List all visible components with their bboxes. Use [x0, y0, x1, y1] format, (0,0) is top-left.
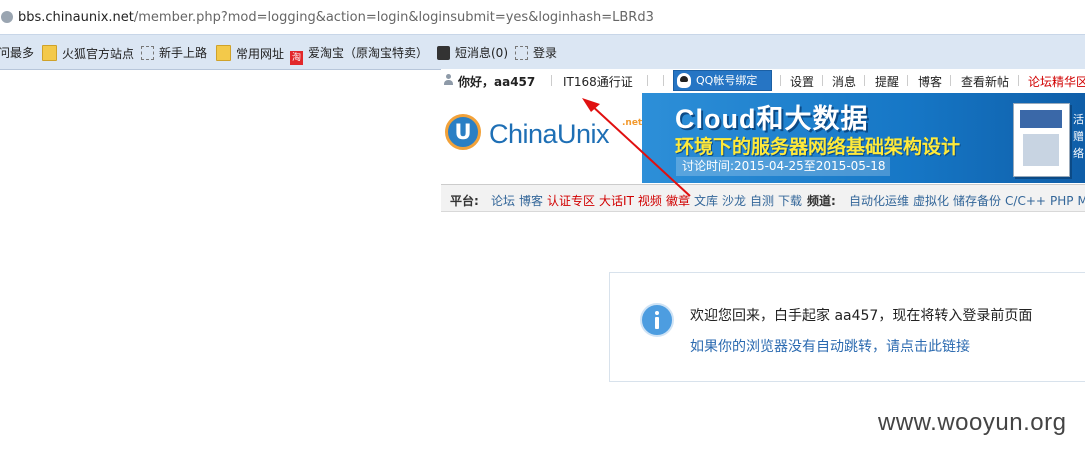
platform-link[interactable]: 论坛 [491, 194, 515, 208]
channel-label: 频道: [807, 194, 836, 208]
taobao-icon: 淘 [290, 51, 303, 65]
qq-icon [677, 73, 691, 88]
book-cover-image [1013, 103, 1070, 177]
bookmark-login[interactable]: 登录 [515, 45, 557, 61]
welcome-text: 欢迎您回来，白手起家 aa457，现在将转入登录前页面 [690, 308, 1033, 324]
folder-icon [42, 45, 57, 61]
login-success-message: 欢迎您回来，白手起家 aa457，现在将转入登录前页面 如果你的浏览器没有自动跳… [609, 272, 1085, 382]
site-top-bar: 你好，aa457 IT168通行证 QQ帐号绑定 设置 消息 提醒 博客 查看新… [441, 69, 1085, 92]
banner-date: 讨论时间:2015-04-25至2015-05-18 [676, 157, 890, 176]
messages-link[interactable]: 消息 [832, 73, 856, 90]
qq-bind-button[interactable]: QQ帐号绑定 [673, 70, 772, 91]
url-text[interactable]: bbs.chinaunix.net/member.php?mod=logging… [18, 10, 654, 25]
channel-link[interactable]: C/C++ [1005, 194, 1046, 208]
channel-link[interactable]: 储存备份 [953, 194, 1001, 208]
platform-link[interactable]: 下载 [778, 194, 802, 208]
user-icon [444, 74, 453, 85]
page-icon [515, 46, 528, 60]
watermark: www.wooyun.org [878, 409, 1067, 436]
channel-link[interactable]: PHP [1050, 194, 1074, 208]
bookmarks-bar: 问最多 火狐官方站点 新手上路 常用网址 淘爱淘宝（原淘宝特卖） 短消息(0) … [0, 35, 1085, 70]
platform-nav: 平台: 论坛 博客 认证专区 大话IT 视频 徽章 文库 沙龙 自测 下载 频道: 自动化运维 虚拟… [441, 184, 1085, 212]
red-arrow-annotation [582, 98, 691, 197]
bookmark-aitaobao[interactable]: 淘爱淘宝（原淘宝特卖） [290, 45, 428, 65]
platform-link[interactable]: 沙龙 [722, 194, 746, 208]
divider [864, 75, 865, 86]
divider [780, 75, 781, 86]
divider [647, 75, 648, 86]
folder-icon [216, 45, 231, 61]
channel-links: 自动化运维 虚拟化 储存备份 C/C++ PHP M [849, 192, 1085, 209]
address-bar[interactable]: bbs.chinaunix.net/member.php?mod=logging… [0, 0, 1085, 35]
bookmark-most-visited[interactable]: 问最多 [0, 45, 34, 61]
bookmark-getting-started[interactable]: 新手上路 [141, 45, 207, 61]
settings-link[interactable]: 设置 [790, 73, 814, 90]
logo-icon [445, 114, 481, 150]
platform-link[interactable]: 自测 [750, 194, 774, 208]
message-icon [437, 46, 450, 60]
info-icon [640, 303, 674, 337]
banner-title: Cloud和大数据 [675, 104, 869, 134]
divider [663, 75, 664, 86]
channel-link[interactable]: 虚拟化 [913, 194, 949, 208]
platform-link[interactable]: 博客 [519, 194, 543, 208]
divider [822, 75, 823, 86]
blog-link[interactable]: 博客 [918, 73, 942, 90]
promo-banner[interactable]: Cloud和大数据 环境下的服务器网络基础架构设计 讨论时间:2015-04-2… [642, 93, 1085, 183]
redirect-link[interactable]: 如果你的浏览器没有自动跳转，请点击此链接 [690, 336, 970, 356]
page-icon [141, 46, 154, 60]
forum-highlights-link[interactable]: 论坛精华区 [1028, 73, 1085, 90]
url-host: bbs.chinaunix.net [18, 10, 134, 25]
it168-passport-link[interactable]: IT168通行证 [563, 73, 633, 90]
platform-label: 平台: [450, 194, 479, 208]
bookmark-common-sites[interactable]: 常用网址 [216, 45, 284, 61]
banner-subtitle: 环境下的服务器网络基础架构设计 [675, 136, 961, 158]
banner-side-text: 活 赠 络 [1073, 113, 1084, 160]
greeting[interactable]: 你好，aa457 [458, 73, 535, 90]
divider [1018, 75, 1019, 86]
url-path: /member.php?mod=logging&action=login&log… [133, 10, 654, 25]
channel-link[interactable]: M [1077, 194, 1085, 208]
notifications-link[interactable]: 提醒 [875, 73, 899, 90]
divider [907, 75, 908, 86]
divider [551, 75, 552, 86]
bookmark-short-messages[interactable]: 短消息(0) [437, 45, 508, 61]
platform-link[interactable]: 文库 [694, 194, 718, 208]
globe-icon [1, 11, 13, 23]
divider [950, 75, 951, 86]
channel-link[interactable]: 自动化运维 [849, 194, 909, 208]
bookmark-firefox-official[interactable]: 火狐官方站点 [42, 45, 134, 61]
new-posts-link[interactable]: 查看新帖 [961, 73, 1009, 90]
